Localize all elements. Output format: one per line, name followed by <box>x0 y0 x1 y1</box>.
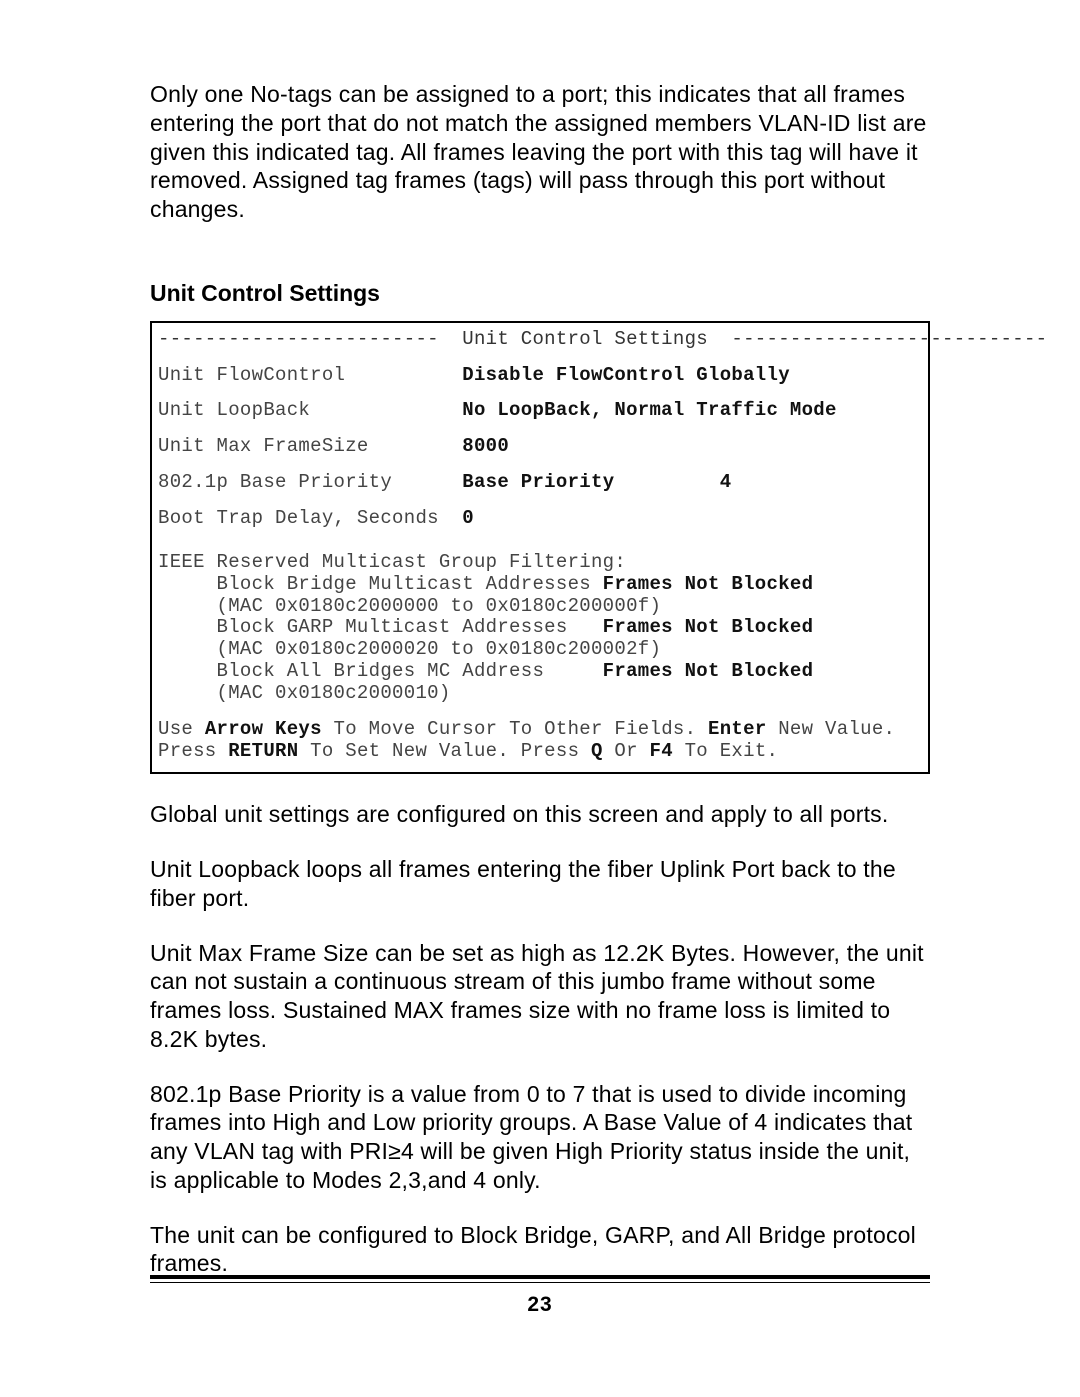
page-number: 23 <box>150 1293 930 1317</box>
paragraph-4: 802.1p Base Priority is a value from 0 t… <box>150 1080 930 1195</box>
row-block-bridge-mac: (MAC 0x0180c2000000 to 0x0180c200000f) <box>158 596 920 618</box>
row-hint1: Use Arrow Keys To Move Cursor To Other F… <box>158 719 920 741</box>
paragraph-5: The unit can be configured to Block Brid… <box>150 1221 930 1279</box>
row-base-priority: 802.1p Base Priority Base Priority 4 <box>158 472 920 494</box>
footer-rule-thick <box>150 1275 930 1279</box>
page-footer: 23 <box>150 1275 930 1317</box>
row-block-all: Block All Bridges MC Address Frames Not … <box>158 661 920 683</box>
row-block-garp-mac: (MAC 0x0180c2000020 to 0x0180c200002f) <box>158 639 920 661</box>
row-flowcontrol: Unit FlowControl Disable FlowControl Glo… <box>158 365 920 387</box>
row-loopback: Unit LoopBack No LoopBack, Normal Traffi… <box>158 400 920 422</box>
section-title: Unit Control Settings <box>150 280 930 307</box>
row-max-framesize: Unit Max FrameSize 8000 <box>158 436 920 458</box>
paragraph-2: Unit Loopback loops all frames entering … <box>150 855 930 913</box>
row-ieee-header: IEEE Reserved Multicast Group Filtering: <box>158 552 920 574</box>
row-boot-trap-delay: Boot Trap Delay, Seconds 0 <box>158 508 920 530</box>
intro-paragraph: Only one No-tags can be assigned to a po… <box>150 80 930 224</box>
paragraph-1: Global unit settings are configured on t… <box>150 800 930 829</box>
footer-rule-thin <box>150 1282 930 1283</box>
paragraph-3: Unit Max Frame Size can be set as high a… <box>150 939 930 1054</box>
row-block-bridge: Block Bridge Multicast Addresses Frames … <box>158 574 920 596</box>
row-hint2: Press RETURN To Set New Value. Press Q O… <box>158 741 920 763</box>
row-block-all-mac: (MAC 0x0180c2000010) <box>158 683 920 705</box>
row-block-garp: Block GARP Multicast Addresses Frames No… <box>158 617 920 639</box>
terminal-screenshot: ------------------------ Unit Control Se… <box>150 321 930 775</box>
terminal-header: ------------------------ Unit Control Se… <box>158 329 920 351</box>
